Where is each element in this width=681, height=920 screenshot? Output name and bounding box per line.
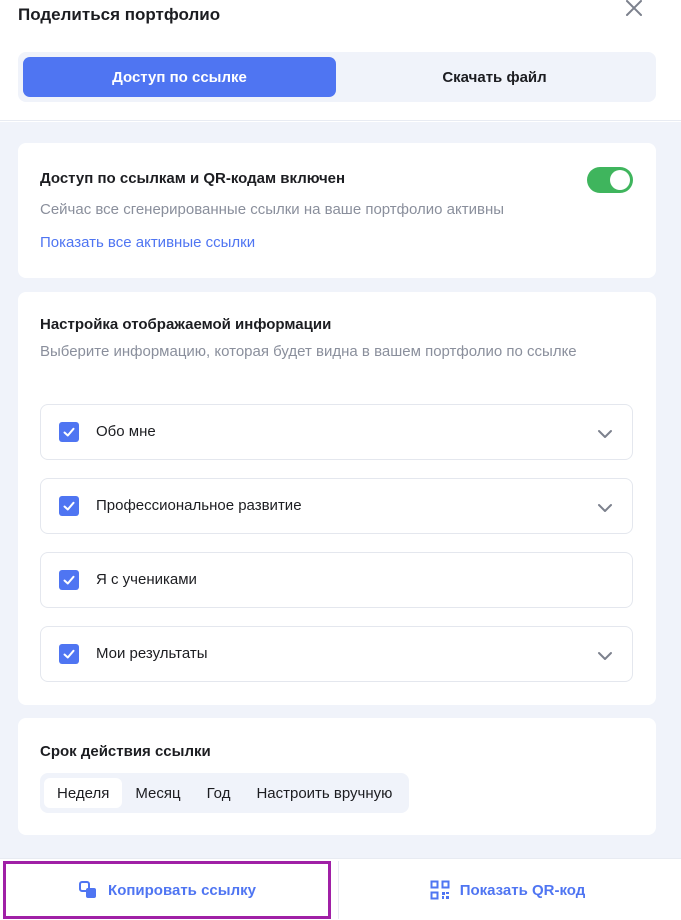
copy-link-button[interactable]: Копировать ссылку — [3, 861, 331, 919]
show-active-links-link[interactable]: Показать все активные ссылки — [40, 234, 255, 251]
section-row-about[interactable]: Обо мне — [40, 404, 633, 460]
display-settings-card: Настройка отображаемой информации Выбери… — [18, 292, 656, 705]
section-label: Я с учениками — [96, 571, 197, 588]
share-mode-tabs: Доступ по ссылке Скачать файл — [18, 52, 656, 102]
checkbox-students[interactable] — [59, 570, 79, 590]
display-title: Настройка отображаемой информации — [40, 316, 332, 333]
period-option-year[interactable]: Год — [194, 778, 244, 808]
check-icon — [63, 427, 75, 437]
chevron-down-icon[interactable] — [596, 499, 614, 517]
chevron-down-icon[interactable] — [596, 647, 614, 665]
dialog-content: Доступ по ссылкам и QR-кодам включен Сей… — [0, 122, 681, 858]
access-card: Доступ по ссылкам и QR-кодам включен Сей… — [18, 143, 656, 278]
tab-download-file[interactable]: Скачать файл — [338, 57, 651, 97]
copy-icon — [79, 881, 97, 898]
dialog-title: Поделиться портфолио — [18, 5, 221, 24]
toggle-knob — [610, 170, 630, 190]
access-title: Доступ по ссылкам и QR-кодам включен — [40, 170, 346, 187]
show-qr-label: Показать QR-код — [459, 881, 586, 899]
section-label: Обо мне — [96, 423, 156, 440]
section-row-professional[interactable]: Профессиональное развитие — [40, 478, 633, 534]
expiry-title: Срок действия ссылки — [40, 743, 211, 760]
checkbox-about[interactable] — [59, 422, 79, 442]
copy-link-label: Копировать ссылку — [108, 881, 256, 899]
period-option-custom[interactable]: Настроить вручную — [243, 778, 405, 808]
access-description: Сейчас все сгенерированные ссылки на ваш… — [40, 201, 505, 218]
check-icon — [63, 501, 75, 511]
access-toggle[interactable] — [587, 167, 633, 193]
check-icon — [63, 649, 75, 659]
dialog-header: Поделиться портфолио Доступ по ссылке Ск… — [0, 0, 681, 121]
section-row-results[interactable]: Мои результаты — [40, 626, 633, 682]
checkbox-results[interactable] — [59, 644, 79, 664]
period-option-week[interactable]: Неделя — [44, 778, 123, 808]
expiry-card: Срок действия ссылки Неделя Месяц Год На… — [18, 718, 656, 835]
section-row-students[interactable]: Я с учениками — [40, 552, 633, 608]
check-icon — [63, 575, 75, 585]
show-qr-button[interactable]: Показать QR-код — [338, 861, 676, 919]
chevron-down-icon[interactable] — [596, 425, 614, 443]
expiry-period-selector: Неделя Месяц Год Настроить вручную — [40, 773, 410, 813]
tab-link-access[interactable]: Доступ по ссылке — [23, 57, 336, 97]
section-label: Мои результаты — [96, 645, 208, 662]
checkbox-professional[interactable] — [59, 496, 79, 516]
section-label: Профессиональное развитие — [96, 497, 302, 514]
close-icon[interactable] — [620, 0, 648, 22]
period-option-month[interactable]: Месяц — [122, 778, 193, 808]
dialog-footer: Копировать ссылку Показать QR-код — [0, 858, 681, 920]
display-description: Выберите информацию, которая будет видна… — [40, 343, 577, 360]
qr-code-icon — [430, 880, 450, 900]
